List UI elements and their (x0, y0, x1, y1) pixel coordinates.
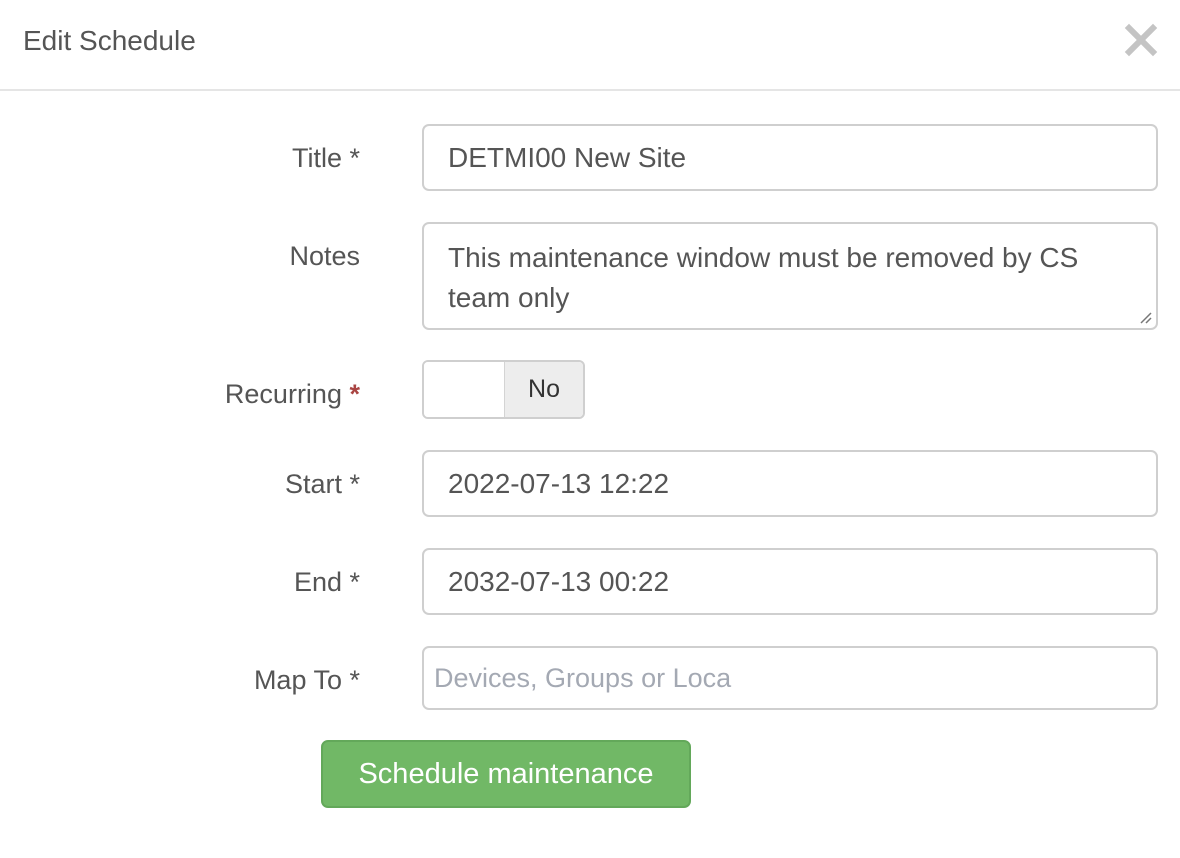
title-input-value: DETMI00 New Site (448, 141, 687, 173)
title-input[interactable]: DETMI00 New Site (422, 124, 1158, 191)
resize-grip-icon[interactable] (1138, 310, 1152, 324)
end-input-value: 2032-07-13 00:22 (448, 565, 670, 597)
notes-textarea[interactable]: This maintenance window must be removed … (422, 222, 1158, 330)
notes-label: Notes (289, 241, 360, 271)
map-to-label: Map To * (253, 665, 360, 695)
schedule-maintenance-button[interactable]: Schedule maintenance (321, 740, 691, 808)
end-label: End * (293, 567, 360, 597)
required-mark: * (349, 379, 360, 409)
notes-textarea-value: This maintenance window must be removed … (448, 242, 1079, 313)
close-icon (1124, 23, 1158, 57)
map-to-input[interactable]: Devices, Groups or Loca (422, 646, 1158, 710)
recurring-label: Recurring * (225, 378, 360, 410)
recurring-toggle[interactable]: No (422, 360, 585, 419)
close-button[interactable] (1122, 20, 1160, 60)
title-label: Title * (291, 143, 360, 173)
toggle-state-label: No (504, 362, 583, 417)
start-input[interactable]: 2022-07-13 12:22 (422, 450, 1158, 517)
edit-schedule-modal: Edit Schedule Title * DETMI00 New Site N… (0, 0, 1180, 858)
modal-header: Edit Schedule (0, 0, 1180, 91)
modal-title: Edit Schedule (23, 25, 196, 56)
start-label: Start * (284, 469, 360, 499)
end-input[interactable]: 2032-07-13 00:22 (422, 548, 1158, 615)
start-input-value: 2022-07-13 12:22 (448, 467, 670, 499)
map-to-placeholder: Devices, Groups or Loca (434, 662, 732, 693)
toggle-handle (424, 362, 504, 417)
recurring-label-text: Recurring (224, 379, 342, 409)
